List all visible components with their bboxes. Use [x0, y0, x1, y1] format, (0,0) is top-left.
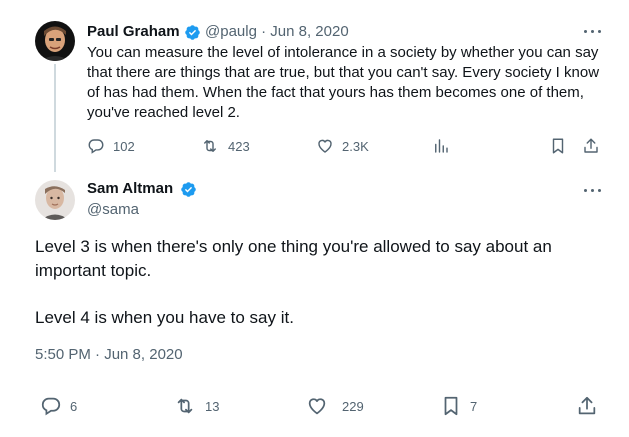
main-handle[interactable]: @sama — [87, 201, 139, 218]
main-like-count: 229 — [342, 398, 364, 414]
share-icon — [578, 396, 596, 415]
main-author-name[interactable]: Sam Altman — [87, 180, 173, 197]
parent-like-button[interactable]: 2.3K — [316, 137, 369, 155]
share-icon — [584, 138, 598, 153]
main-retweet-count: 13 — [205, 398, 220, 414]
parent-author-name[interactable]: Paul Graham — [87, 23, 180, 40]
comment-icon — [88, 139, 104, 154]
verified-badge-icon — [180, 181, 197, 198]
bookmark-icon — [552, 138, 564, 154]
paul-graham-avatar[interactable] — [35, 21, 75, 61]
parent-views-button[interactable] — [432, 137, 450, 155]
comment-icon — [41, 397, 61, 416]
parent-like-count: 2.3K — [342, 138, 369, 154]
main-retweet-button[interactable]: 13 — [173, 395, 219, 417]
bookmark-icon — [444, 396, 458, 416]
parent-retweet-button[interactable]: 423 — [200, 137, 250, 155]
more-options-icon[interactable] — [583, 186, 603, 194]
retweet-icon — [204, 140, 216, 152]
parent-bookmark-button[interactable] — [549, 137, 567, 155]
sam-altman-avatar[interactable] — [35, 180, 75, 220]
main-bookmark-button[interactable]: 7 — [440, 395, 477, 417]
parent-share-button[interactable] — [582, 137, 600, 155]
parent-reply-button[interactable]: 102 — [87, 137, 135, 155]
main-timestamp[interactable]: 5:50 PM · Jun 8, 2020 — [35, 346, 183, 363]
views-icon — [435, 139, 448, 153]
parent-reply-count: 102 — [113, 138, 135, 154]
heart-icon — [318, 139, 332, 153]
parent-tweet-text: You can measure the level of intolerance… — [87, 44, 600, 121]
main-tweet-paragraph-1: Level 3 is when there's only one thing y… — [35, 237, 552, 280]
main-reply-button[interactable]: 6 — [40, 395, 77, 417]
verified-badge-icon — [184, 24, 201, 41]
heart-icon — [308, 398, 326, 415]
retweet-icon — [177, 398, 193, 414]
thread-connector-line — [54, 64, 56, 172]
more-options-icon[interactable] — [583, 27, 603, 35]
main-bookmark-count: 7 — [470, 398, 478, 414]
main-reply-count: 6 — [70, 398, 78, 414]
main-tweet-paragraph-2: Level 4 is when you have to say it. — [35, 308, 294, 327]
main-share-button[interactable] — [576, 395, 598, 417]
main-like-button[interactable]: 229 — [306, 395, 364, 417]
parent-handle-date[interactable]: @paulg · Jun 8, 2020 — [205, 23, 349, 40]
parent-retweet-count: 423 — [228, 138, 250, 154]
